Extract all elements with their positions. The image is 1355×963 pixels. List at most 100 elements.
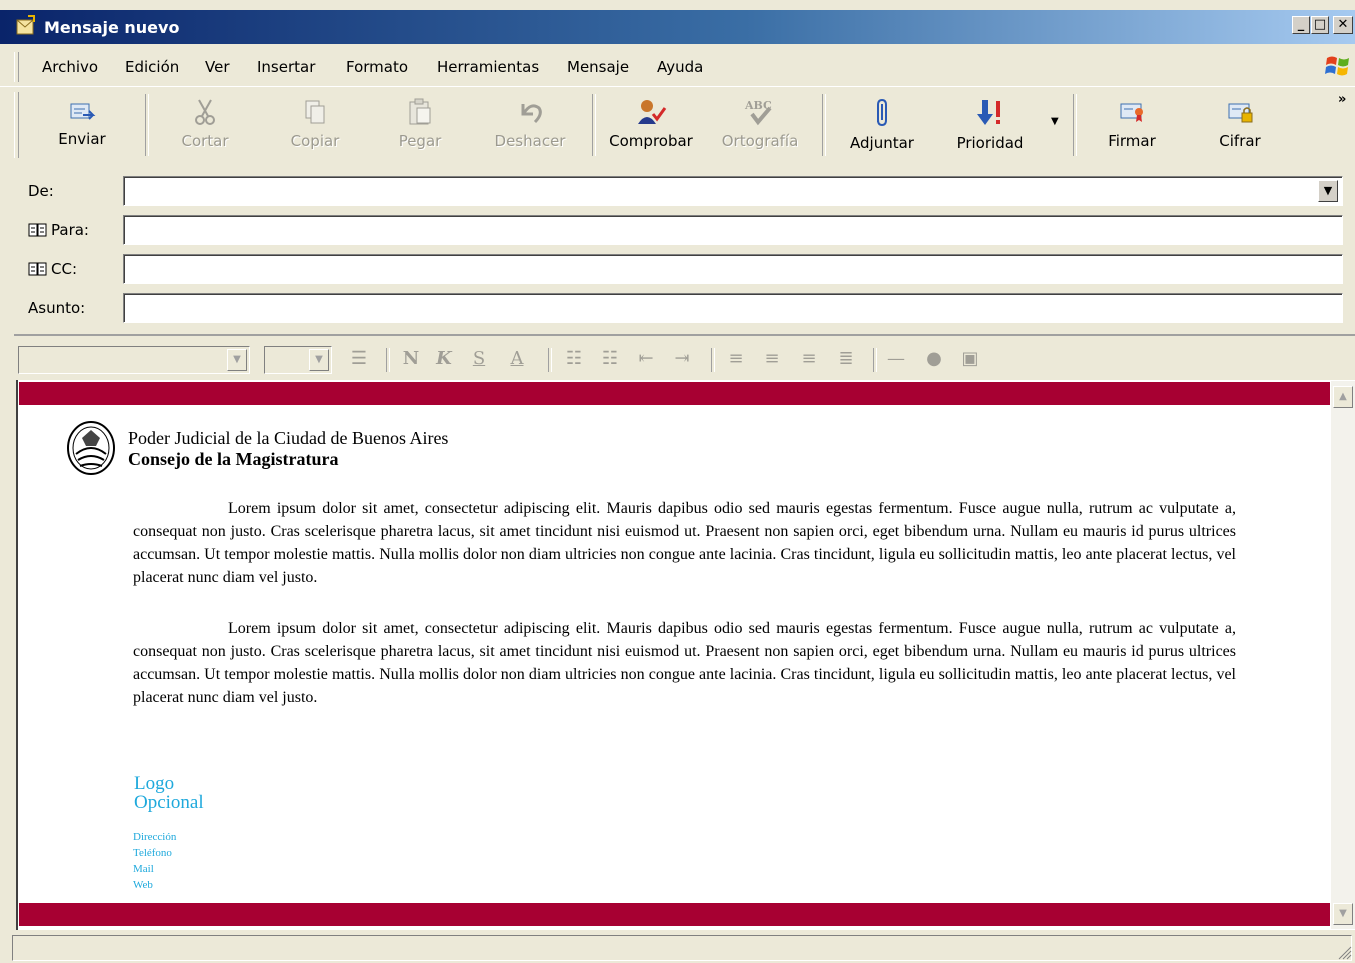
sign-icon [1120, 103, 1143, 122]
format-separator [873, 348, 877, 372]
font-size-select[interactable]: ▼ [264, 346, 332, 374]
maximize-button[interactable]: □ [1311, 16, 1329, 34]
org-name: Poder Judicial de la Ciudad de Buenos Ai… [128, 428, 449, 448]
org-subname: Consejo de la Magistratura [128, 449, 339, 469]
toolbar-grip[interactable] [14, 92, 19, 158]
bullet-list-icon[interactable]: ☷ [598, 346, 622, 372]
chevron-down-icon: ▼ [227, 349, 247, 371]
cut-label: Cortar [181, 132, 229, 150]
attach-label: Adjuntar [850, 134, 914, 152]
logo-line-1: Logo [134, 773, 175, 794]
toolbar-separator [592, 94, 596, 156]
menu-ayuda[interactable]: Ayuda [657, 58, 703, 76]
menu-archivo[interactable]: Archivo [42, 58, 98, 76]
status-panel [12, 935, 1352, 961]
bold-button[interactable]: N [399, 346, 423, 372]
horizontal-line-icon[interactable]: — [884, 346, 908, 372]
contact-phone: Teléfono [133, 847, 172, 859]
italic-button[interactable]: K [432, 346, 456, 372]
undo-button[interactable]: Deshacer [490, 92, 570, 158]
contact-web: Web [133, 879, 153, 891]
paste-icon [409, 98, 431, 125]
header-band [19, 382, 1330, 405]
encrypt-label: Cifrar [1219, 132, 1261, 150]
from-dropdown-button[interactable]: ▼ [1318, 180, 1338, 202]
scroll-down-button[interactable]: ▼ [1333, 903, 1353, 925]
from-field[interactable] [123, 176, 1343, 206]
underline-button[interactable]: S [467, 346, 491, 372]
send-label: Enviar [58, 130, 106, 148]
resize-grip-icon[interactable] [1336, 944, 1352, 960]
address-book-icon [28, 262, 47, 276]
decrease-indent-icon[interactable]: ⇤ [634, 346, 658, 372]
format-separator [386, 348, 390, 372]
check-names-label: Comprobar [609, 132, 693, 150]
toolbar-overflow-button[interactable]: » [1338, 92, 1346, 107]
chevron-down-icon: ▼ [309, 349, 329, 371]
windows-logo-icon [1325, 56, 1349, 76]
to-label: Para: [51, 221, 89, 239]
increase-indent-icon[interactable]: ⇥ [670, 346, 694, 372]
cc-label-wrap[interactable]: CC: [28, 260, 77, 278]
contact-info: Dirección Teléfono Mail Web [133, 829, 176, 893]
optional-logo: Logo Opcional [134, 774, 204, 812]
copy-label: Copiar [290, 132, 340, 150]
numbered-list-icon[interactable]: ☷ [562, 346, 586, 372]
priority-dropdown-icon[interactable]: ▼ [1051, 116, 1059, 127]
attach-button[interactable]: Adjuntar [842, 92, 922, 158]
spelling-label: Ortografía [721, 132, 799, 150]
encrypt-button[interactable]: Cifrar [1205, 92, 1275, 158]
send-button[interactable]: Enviar [44, 92, 120, 158]
scroll-up-button[interactable]: ▲ [1333, 386, 1353, 408]
check-names-icon [638, 100, 667, 124]
copy-button[interactable]: Copiar [280, 92, 350, 158]
menu-formato[interactable]: Formato [346, 58, 408, 76]
to-field[interactable] [123, 215, 1343, 245]
to-label-wrap[interactable]: Para: [28, 221, 89, 239]
scissors-icon [195, 99, 215, 125]
toolbar-separator [1073, 94, 1077, 156]
align-center-icon[interactable]: ≡ [760, 346, 784, 372]
menu-ver[interactable]: Ver [205, 58, 230, 76]
toolbar-separator [145, 94, 149, 156]
copy-icon [305, 100, 325, 124]
check-names-button[interactable]: Comprobar [603, 92, 699, 158]
justify-icon[interactable]: ≣ [834, 346, 858, 372]
align-right-icon[interactable]: ≡ [797, 346, 821, 372]
contact-address: Dirección [133, 831, 177, 843]
body-paragraph-2: Lorem ipsum dolor sit amet, consectetur … [133, 620, 1236, 706]
priority-icon [977, 100, 1000, 125]
priority-label: Prioridad [956, 134, 1024, 152]
close-button[interactable]: ✕ [1333, 16, 1353, 34]
font-color-button[interactable]: A [505, 346, 529, 372]
align-left-icon[interactable]: ≡ [724, 346, 748, 372]
menu-grip[interactable] [14, 52, 19, 82]
vertical-scrollbar[interactable] [1331, 381, 1355, 929]
menu-herramientas[interactable]: Herramientas [437, 58, 539, 76]
court-seal-icon [67, 421, 115, 475]
minimize-button[interactable]: _ [1292, 16, 1310, 34]
send-icon [70, 103, 96, 120]
paste-button[interactable]: Pegar [385, 92, 455, 158]
menu-mensaje[interactable]: Mensaje [567, 58, 629, 76]
subject-label: Asunto: [28, 299, 86, 317]
undo-label: Deshacer [494, 132, 566, 150]
cc-field[interactable] [123, 254, 1343, 284]
body-paragraph-1: Lorem ipsum dolor sit amet, consectetur … [133, 500, 1236, 586]
menu-edicion[interactable]: Edición [125, 58, 179, 76]
menu-insertar[interactable]: Insertar [257, 58, 315, 76]
address-book-icon [28, 223, 47, 237]
cut-button[interactable]: Cortar [170, 92, 240, 158]
insert-image-icon[interactable]: ▣ [958, 346, 982, 372]
from-label: De: [28, 182, 54, 200]
spelling-button[interactable]: ABC Ortografía [712, 92, 808, 158]
footer-band [19, 903, 1330, 926]
title-bar[interactable] [0, 10, 1355, 44]
priority-button[interactable]: Prioridad [950, 92, 1030, 158]
font-name-select[interactable]: ▼ [18, 346, 250, 374]
hyperlink-icon[interactable]: ● [922, 346, 946, 372]
sign-button[interactable]: Firmar [1097, 92, 1167, 158]
paragraph-style-icon[interactable]: ☰ [347, 346, 371, 372]
encrypt-icon [1228, 103, 1253, 123]
subject-field[interactable] [123, 293, 1343, 323]
